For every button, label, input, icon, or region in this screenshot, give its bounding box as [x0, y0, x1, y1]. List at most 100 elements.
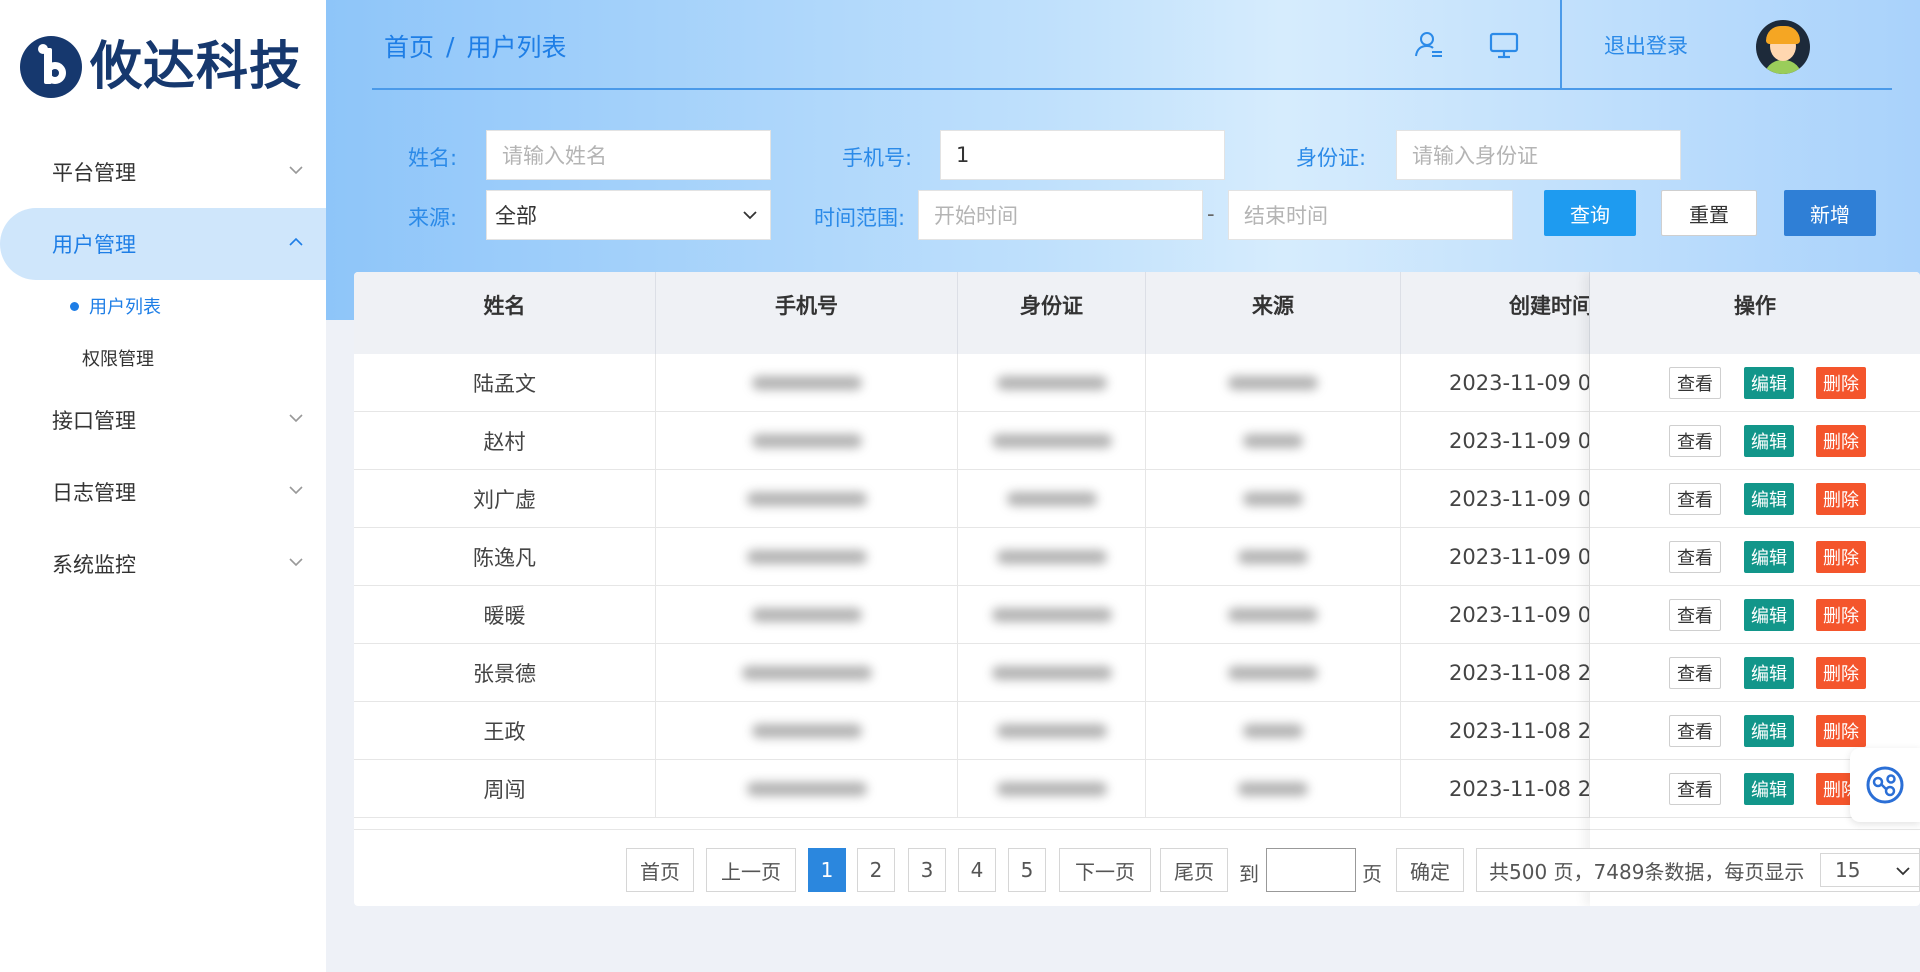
pagination-next[interactable]: 下一页 — [1059, 848, 1151, 892]
cell-source-redacted — [1146, 412, 1401, 470]
cell-source-redacted — [1146, 470, 1401, 528]
sidebar-item-label: 平台管理 — [52, 161, 136, 185]
chevron-down-icon — [743, 211, 757, 220]
cell-id-redacted — [958, 702, 1146, 760]
start-time-input[interactable]: 开始时间 — [918, 190, 1203, 240]
delete-button[interactable]: 删除 — [1816, 367, 1866, 399]
name-input[interactable]: 请输入姓名 — [486, 130, 771, 180]
name-label: 姓名: — [408, 146, 458, 170]
view-button[interactable]: 查看 — [1669, 773, 1721, 805]
monitor-icon[interactable] — [1487, 28, 1521, 62]
breadcrumb-home[interactable]: 首页 — [384, 28, 434, 64]
column-header-created: 创建时间 — [1401, 272, 1590, 354]
header-vertical-divider — [1560, 0, 1562, 88]
view-button[interactable]: 查看 — [1669, 367, 1721, 399]
delete-button[interactable]: 删除 — [1816, 715, 1866, 747]
sidebar-item-api[interactable]: 接口管理 — [0, 384, 326, 456]
edit-button[interactable]: 编辑 — [1744, 715, 1794, 747]
pagination-page-2[interactable]: 2 — [857, 848, 895, 892]
edit-button[interactable]: 编辑 — [1744, 541, 1794, 573]
table-row: 赵村 2023-11-09 08 查看 编辑 删除 — [354, 412, 1920, 470]
edit-button[interactable]: 编辑 — [1744, 483, 1794, 515]
view-button[interactable]: 查看 — [1669, 599, 1721, 631]
cell-created-time: 2023-11-09 08 — [1401, 412, 1590, 470]
column-header-actions: 操作 — [1734, 294, 1776, 318]
page-size-select[interactable]: 15 — [1820, 853, 1920, 887]
edit-button[interactable]: 编辑 — [1744, 657, 1794, 689]
table-row: 张景德 2023-11-08 23 查看 编辑 删除 — [354, 644, 1920, 702]
pagination-prev[interactable]: 上一页 — [706, 848, 796, 892]
cell-id-redacted — [958, 760, 1146, 818]
pagination-page-1[interactable]: 1 — [808, 848, 846, 892]
sidebar-subitem-permissions[interactable]: 权限管理 — [0, 332, 326, 384]
chevron-up-icon — [289, 237, 303, 246]
chevron-down-icon — [289, 414, 303, 423]
sidebar-item-platform[interactable]: 平台管理 — [0, 136, 326, 208]
user-settings-icon[interactable] — [1412, 28, 1446, 62]
cell-created-time: 2023-11-08 22 — [1401, 760, 1590, 818]
sidebar-item-label: 接口管理 — [52, 409, 136, 433]
avatar[interactable] — [1756, 20, 1810, 74]
table-row-partial — [354, 818, 1920, 830]
cell-phone-redacted — [656, 412, 958, 470]
end-time-input[interactable]: 结束时间 — [1228, 190, 1513, 240]
pagination-page-3[interactable]: 3 — [908, 848, 946, 892]
sidebar-item-users[interactable]: 用户管理 — [0, 208, 326, 280]
pagination-last[interactable]: 尾页 — [1160, 848, 1228, 892]
delete-button[interactable]: 删除 — [1816, 657, 1866, 689]
delete-button[interactable]: 删除 — [1816, 541, 1866, 573]
chevron-down-icon — [289, 558, 303, 567]
cell-phone-redacted — [656, 760, 958, 818]
pagination-page-5[interactable]: 5 — [1008, 848, 1046, 892]
pagination-goto-input[interactable] — [1266, 848, 1356, 892]
edit-button[interactable]: 编辑 — [1744, 367, 1794, 399]
edit-button[interactable]: 编辑 — [1744, 599, 1794, 631]
edit-button[interactable]: 编辑 — [1744, 773, 1794, 805]
column-header-source: 来源 — [1146, 272, 1401, 354]
cell-source-redacted — [1146, 760, 1401, 818]
view-button[interactable]: 查看 — [1669, 715, 1721, 747]
source-select[interactable]: 全部 — [486, 190, 771, 240]
brand-name: 攸达科技 — [90, 37, 303, 97]
query-button[interactable]: 查询 — [1544, 190, 1636, 236]
id-label: 身份证: — [1296, 146, 1367, 170]
sidebar-item-monitor[interactable]: 系统监控 — [0, 528, 326, 600]
delete-button[interactable]: 删除 — [1816, 483, 1866, 515]
sidebar-menu: 平台管理 用户管理 用户列表 权限管理 接口管理 日志管理 系统监控 — [0, 136, 326, 600]
table-row: 暖暖 2023-11-09 08 查看 编辑 删除 — [354, 586, 1920, 644]
column-header-phone: 手机号 — [656, 272, 958, 354]
sidebar: 攸达科技 平台管理 用户管理 用户列表 权限管理 接口管理 日志管理 系统监控 — [0, 0, 326, 972]
breadcrumb: 首页 / 用户列表 — [384, 28, 566, 64]
sidebar-item-logs[interactable]: 日志管理 — [0, 456, 326, 528]
id-input[interactable]: 请输入身份证 — [1396, 130, 1681, 180]
pagination-info-text: 共500 页，7489条数据，每页显示 — [1489, 859, 1805, 884]
pagination-confirm-button[interactable]: 确定 — [1396, 848, 1464, 892]
view-button[interactable]: 查看 — [1669, 483, 1721, 515]
delete-button[interactable]: 删除 — [1816, 425, 1866, 457]
cell-name: 周闯 — [354, 760, 656, 818]
view-button[interactable]: 查看 — [1669, 657, 1721, 689]
cell-name: 陆孟文 — [354, 354, 656, 412]
phone-input[interactable]: 1 — [940, 130, 1225, 180]
delete-button[interactable]: 删除 — [1816, 599, 1866, 631]
pagination-page-4[interactable]: 4 — [958, 848, 996, 892]
add-button[interactable]: 新增 — [1784, 190, 1876, 236]
user-table: 姓名 手机号 身份证 来源 创建时间 操作 陆孟文 2023-11-09 09 查看… — [354, 272, 1920, 906]
time-range-dash: - — [1207, 202, 1215, 226]
view-button[interactable]: 查看 — [1669, 425, 1721, 457]
cell-created-time: 2023-11-08 23 — [1401, 644, 1590, 702]
chevron-down-icon — [289, 166, 303, 175]
header-divider — [372, 88, 1892, 90]
cell-source-redacted — [1146, 528, 1401, 586]
cell-phone-redacted — [656, 586, 958, 644]
pagination-first[interactable]: 首页 — [626, 848, 694, 892]
sidebar-subitem-label: 用户列表 — [89, 297, 161, 318]
sidebar-subitem-user-list[interactable]: 用户列表 — [0, 280, 326, 332]
reset-button[interactable]: 重置 — [1661, 190, 1757, 236]
floating-assistant-widget[interactable] — [1850, 748, 1920, 822]
cell-id-redacted — [958, 470, 1146, 528]
view-button[interactable]: 查看 — [1669, 541, 1721, 573]
cell-created-time: 2023-11-09 08 — [1401, 528, 1590, 586]
edit-button[interactable]: 编辑 — [1744, 425, 1794, 457]
logout-link[interactable]: 退出登录 — [1604, 30, 1688, 60]
